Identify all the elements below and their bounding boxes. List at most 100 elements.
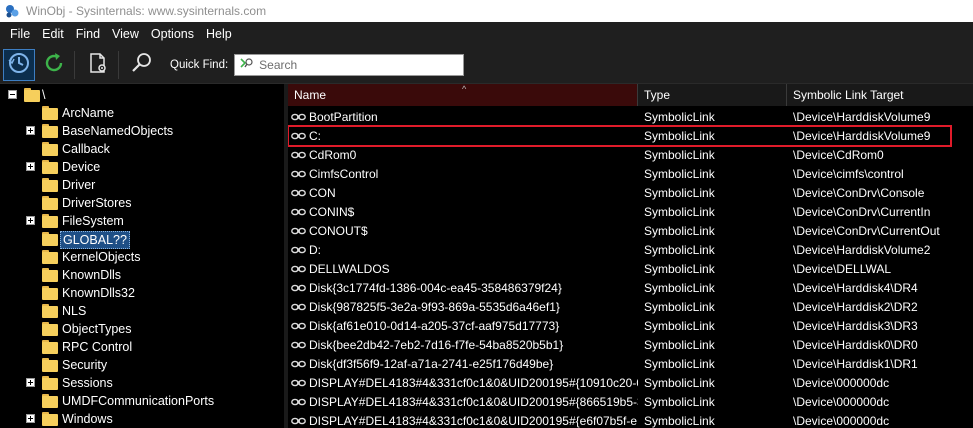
object-list[interactable]: ^ Name Type Symbolic Link Target BootPar… [288,84,973,428]
list-row[interactable]: DISPLAY#DEL4183#4&331cf0c1&0&UID200195#{… [288,373,973,392]
quick-find-box[interactable] [234,53,465,76]
menu-view[interactable]: View [106,22,145,46]
list-row[interactable]: Disk{df3f56f9-12af-a71a-2741-e25f176d49b… [288,354,973,373]
tree-item[interactable]: KnownDlls [0,266,284,284]
cell-type: SymbolicLink [644,185,715,200]
cell-target: \Device\000000dc [793,375,890,390]
tree-item-label: DriverStores [62,196,132,210]
tree-item[interactable]: Security [0,356,284,374]
list-row[interactable]: BootPartition SymbolicLink \Device\Harddis… [288,107,973,126]
cell-name-text: DELLWALDOS [309,261,390,276]
list-row[interactable]: D: SymbolicLink \Device\HarddiskVolume2 [288,240,973,259]
tree-item[interactable]: NLS [0,302,284,320]
window-title: WinObj - Sysinternals: www.sysinternals.… [26,4,267,18]
cell-name-text: CONIN$ [309,204,355,219]
collapse-toggle[interactable] [8,90,17,99]
expand-toggle[interactable] [26,162,35,171]
tree-root[interactable]: \ [0,86,284,104]
history-icon [7,51,31,78]
tree-item[interactable]: BaseNamedObjects [0,122,284,140]
list-row[interactable]: DISPLAY#DEL4183#4&331cf0c1&0&UID200195#{… [288,411,973,428]
expand-toggle[interactable] [26,126,35,135]
symbolic-link-icon [291,189,306,196]
folder-icon [42,196,58,210]
quick-find-input[interactable] [259,57,460,72]
cell-name-text: DISPLAY#DEL4183#4&331cf0c1&0&UID200195#{… [309,394,638,409]
tree-item[interactable]: Driver [0,176,284,194]
symbolic-link-icon [291,265,306,272]
refresh-button[interactable] [38,49,70,81]
properties-button[interactable] [82,49,114,81]
folder-icon [42,340,58,354]
cell-name: Disk{af61e010-0d14-a205-37cf-aaf975d1777… [288,319,638,333]
tree-item[interactable]: Sessions [0,374,284,392]
list-row[interactable]: Disk{bee2db42-7eb2-7d16-f7fe-54ba8520b5b… [288,335,973,354]
cell-name-text: CON [309,185,336,200]
list-row[interactable]: CdRom0 SymbolicLink \Device\CdRom0 [288,145,973,164]
tree-item[interactable]: KernelObjects [0,248,284,266]
column-header-name[interactable]: ^ Name [288,84,638,106]
tree-item[interactable]: ObjectTypes [0,320,284,338]
cell-name: D: [288,243,638,257]
symbolic-link-icon [291,303,306,310]
cell-name: Disk{bee2db42-7eb2-7d16-f7fe-54ba8520b5b… [288,338,638,352]
list-row[interactable]: CONOUT$ SymbolicLink \Device\ConDrv\Curren… [288,221,973,240]
tree-item-label: ArcName [62,106,115,120]
tree-item[interactable]: KnownDlls32 [0,284,284,302]
menu-edit[interactable]: Edit [36,22,70,46]
cell-type: SymbolicLink [644,128,715,143]
menu-help[interactable]: Help [200,22,238,46]
cell-target: \Device\HarddiskVolume9 [793,109,931,124]
namespace-tree[interactable]: \ ArcName BaseNamedObjects Callback Device D… [0,84,284,428]
menu-bar: File Edit Find View Options Help [0,22,973,46]
menu-find[interactable]: Find [70,22,106,46]
history-button[interactable] [3,48,35,81]
symbolic-link-icon [291,170,306,177]
symbolic-link-icon [291,227,306,234]
list-row[interactable]: DELLWALDOS SymbolicLink \Device\DELLWAL [288,259,973,278]
list-row[interactable]: CONIN$ SymbolicLink \Device\ConDrv\Current… [288,202,973,221]
cell-target: \Device\DELLWAL [793,261,892,276]
tree-root-label: \ [42,88,46,102]
find-button[interactable] [126,49,158,81]
tree-item[interactable]: RPC Control [0,338,284,356]
cell-type: SymbolicLink [644,299,715,314]
list-row[interactable]: Disk{987825f5-3e2a-9f93-869a-5535d6a46ef… [288,297,973,316]
tree-item[interactable]: Callback [0,140,284,158]
list-row[interactable]: Disk{3c1774fd-1386-004c-ea45-358486379f2… [288,278,973,297]
column-header-type[interactable]: Type [638,84,787,106]
tree-item[interactable]: Device [0,158,284,176]
cell-target: \Device\Harddisk0\DR0 [793,337,918,352]
expand-toggle[interactable] [26,378,35,387]
cell-type: SymbolicLink [644,318,715,333]
tree-item[interactable]: ArcName [0,104,284,122]
menu-options[interactable]: Options [145,22,200,46]
tree-item[interactable]: GLOBAL?? [0,230,284,249]
symbolic-link-icon [291,417,306,424]
list-row[interactable]: C: SymbolicLink \Device\HarddiskVolume9 [288,126,973,145]
title-bar: WinObj - Sysinternals: www.sysinternals.… [0,0,973,22]
tree-item[interactable]: UMDFCommunicationPorts [0,392,284,410]
list-row[interactable]: Disk{af61e010-0d14-a205-37cf-aaf975d1777… [288,316,973,335]
tree-item-label: Driver [62,178,96,192]
list-row[interactable]: CimfsControl SymbolicLink \Device\cimfs\co… [288,164,973,183]
cell-type: SymbolicLink [644,147,715,162]
tree-item[interactable]: FileSystem [0,212,284,230]
tree-item[interactable]: DriverStores [0,194,284,212]
column-header-target[interactable]: Symbolic Link Target [787,84,973,106]
list-row[interactable]: CON SymbolicLink \Device\ConDrv\Console [288,183,973,202]
tree-item[interactable]: Windows [0,410,284,428]
tree-item-label: GLOBAL?? [60,231,130,249]
quick-find-label: Quick Find: [170,58,229,71]
menu-file[interactable]: File [4,22,36,46]
cell-name-text: DISPLAY#DEL4183#4&331cf0c1&0&UID200195#{… [309,413,638,428]
folder-icon [42,106,58,120]
list-row[interactable]: DISPLAY#DEL4183#4&331cf0c1&0&UID200195#{… [288,392,973,411]
expand-toggle[interactable] [26,414,35,423]
symbolic-link-icon [291,113,306,120]
symbolic-link-icon [291,379,306,386]
cell-name: CONIN$ [288,205,638,219]
symbolic-link-icon [291,360,306,367]
expand-toggle[interactable] [26,216,35,225]
column-header-type-label: Type [644,88,671,102]
